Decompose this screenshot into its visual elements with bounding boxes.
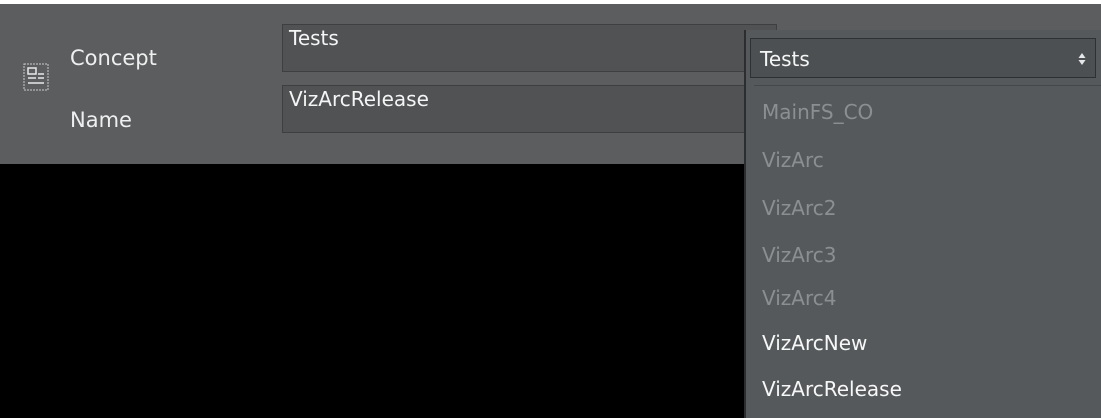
option-vizarc4[interactable]: VizArc4 xyxy=(762,285,836,311)
form-icon xyxy=(23,63,49,91)
option-vizarc[interactable]: VizArc xyxy=(762,147,824,173)
option-mainfs-co[interactable]: MainFS_CO xyxy=(762,99,873,125)
option-vizarc2[interactable]: VizArc2 xyxy=(762,195,836,221)
option-vizarc3[interactable]: VizArc3 xyxy=(762,242,836,268)
combobox-selected-value: Tests xyxy=(760,47,810,71)
panel-top-border xyxy=(0,0,1101,4)
concept-combobox[interactable]: Tests xyxy=(750,38,1096,78)
dropdown-divider xyxy=(754,85,1101,86)
name-field-value: VizArcRelease xyxy=(289,87,429,111)
option-vizarcrelease[interactable]: VizArcRelease xyxy=(762,376,902,402)
name-label: Name xyxy=(70,108,132,132)
concept-label: Concept xyxy=(70,46,157,70)
concept-field-value: Tests xyxy=(289,26,339,50)
updown-arrow-icon[interactable] xyxy=(1077,48,1087,70)
name-field[interactable]: VizArcRelease xyxy=(282,85,777,133)
concept-field[interactable]: Tests xyxy=(282,24,777,72)
concept-dropdown-popup xyxy=(744,30,1101,418)
option-vizarcnew[interactable]: VizArcNew xyxy=(762,330,867,356)
